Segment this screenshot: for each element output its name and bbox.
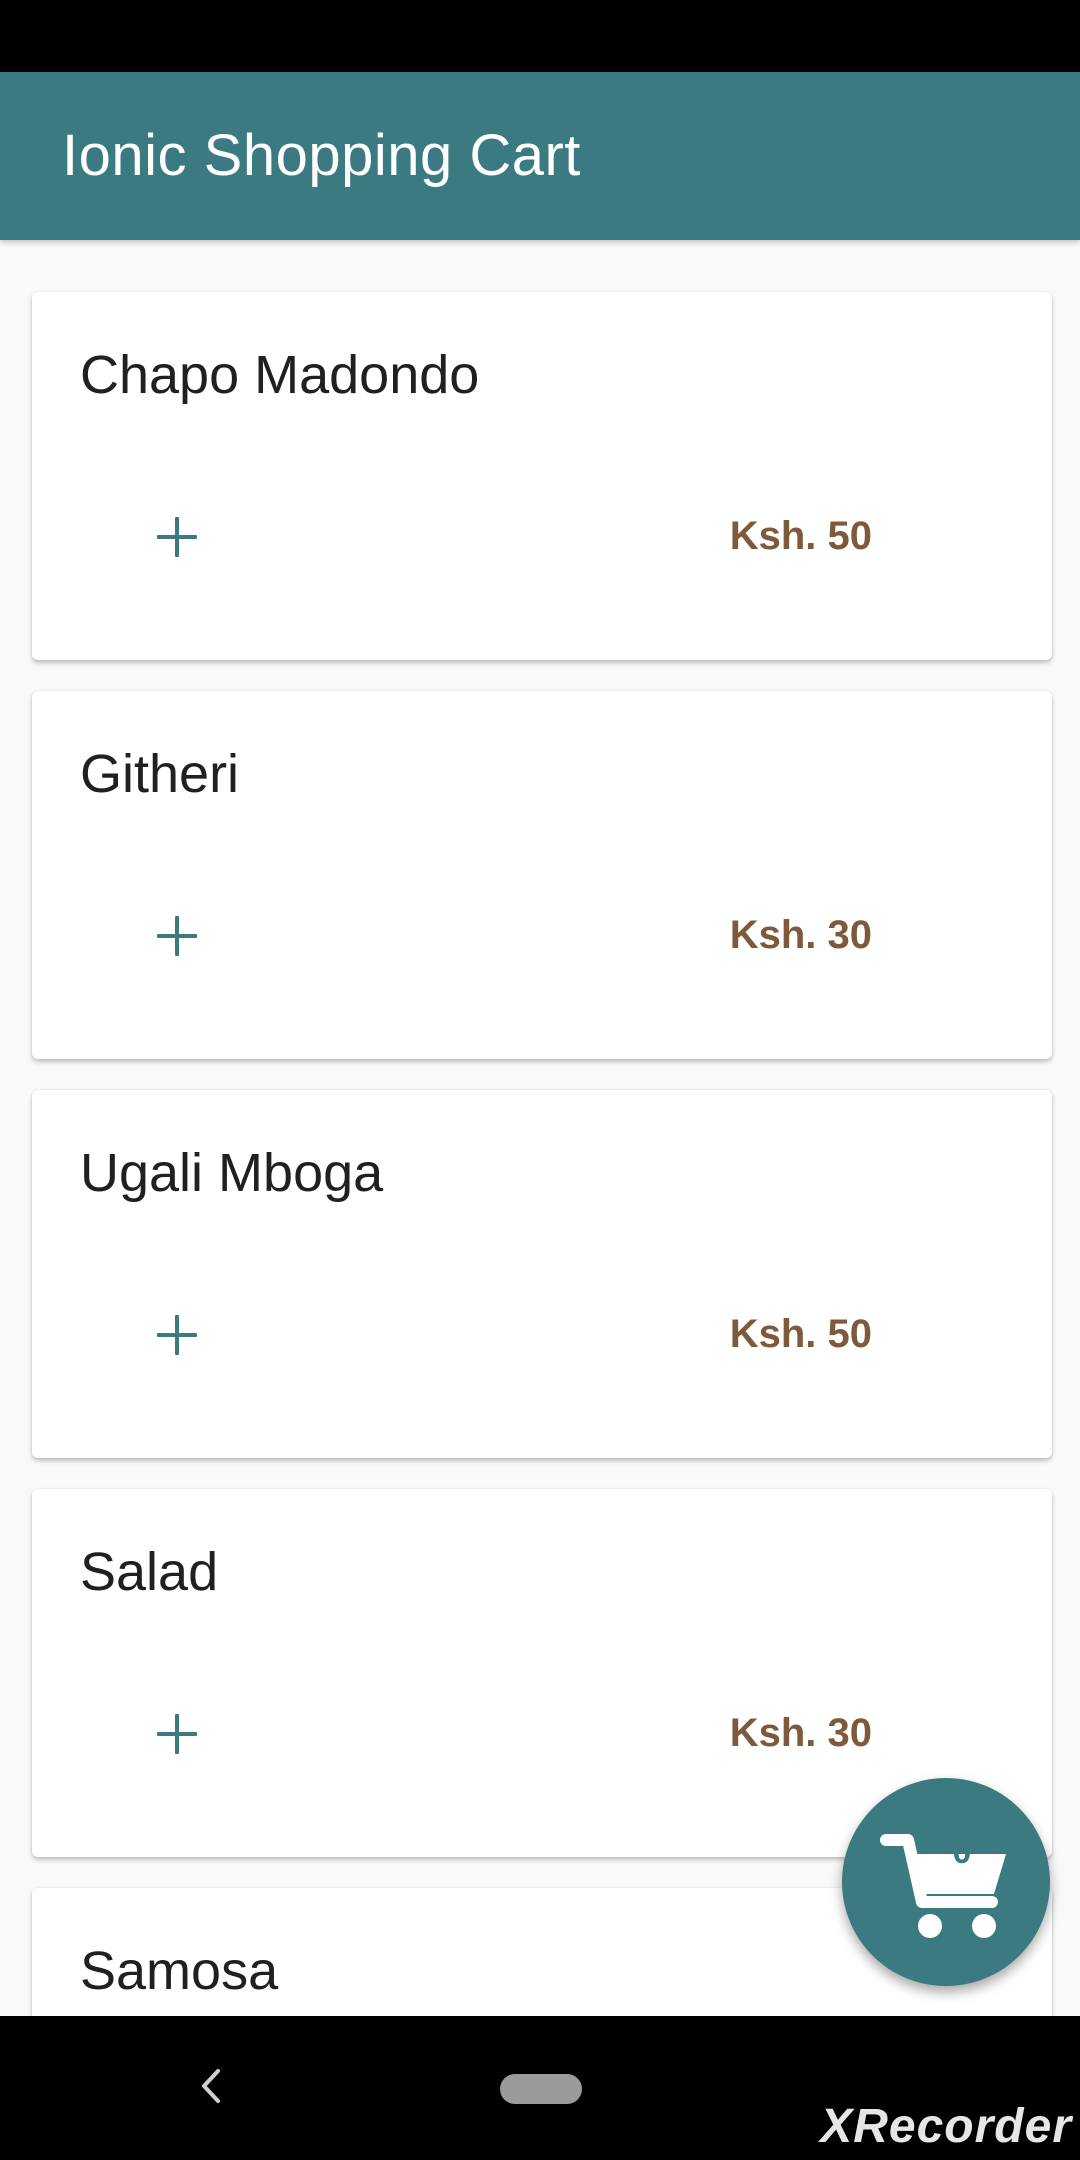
watermark: XRecorder [820, 2100, 1072, 2153]
product-card: Ugali Mboga Ksh. 50 [32, 1090, 1052, 1458]
add-to-cart-button[interactable] [142, 502, 212, 572]
product-price: Ksh. 50 [729, 1312, 872, 1356]
product-list: Chapo Madondo Ksh. 50 Githeri Ksh. 30 Ug… [0, 240, 1080, 2016]
cart-button[interactable]: 0 [842, 1778, 1050, 1986]
page-title: Ionic Shopping Cart [62, 123, 581, 188]
product-name: Ugali Mboga [80, 1143, 384, 1203]
product-price: Ksh. 30 [729, 913, 872, 957]
chevron-left-icon[interactable] [190, 2061, 230, 2111]
add-to-cart-button[interactable] [142, 1300, 212, 1370]
product-card: Chapo Madondo Ksh. 50 [32, 292, 1052, 660]
add-to-cart-button[interactable] [142, 901, 212, 971]
home-button[interactable] [500, 2074, 582, 2104]
product-card: Githeri Ksh. 30 [32, 691, 1052, 1059]
status-bar [0, 0, 1080, 72]
plus-icon [157, 916, 197, 956]
app-toolbar: Ionic Shopping Cart [0, 72, 1080, 240]
system-nav-bar: XRecorder [0, 2016, 1080, 2160]
product-price: Ksh. 50 [729, 514, 872, 558]
product-name: Githeri [80, 744, 240, 804]
add-to-cart-button[interactable] [142, 1699, 212, 1769]
product-name: Samosa [80, 1941, 279, 2001]
product-name: Chapo Madondo [80, 345, 480, 405]
plus-icon [157, 517, 197, 557]
product-name: Salad [80, 1542, 219, 1602]
plus-icon [157, 1315, 197, 1355]
plus-icon [157, 1714, 197, 1754]
cart-count-badge: 0 [952, 1833, 972, 1871]
product-price: Ksh. 30 [729, 1711, 872, 1755]
